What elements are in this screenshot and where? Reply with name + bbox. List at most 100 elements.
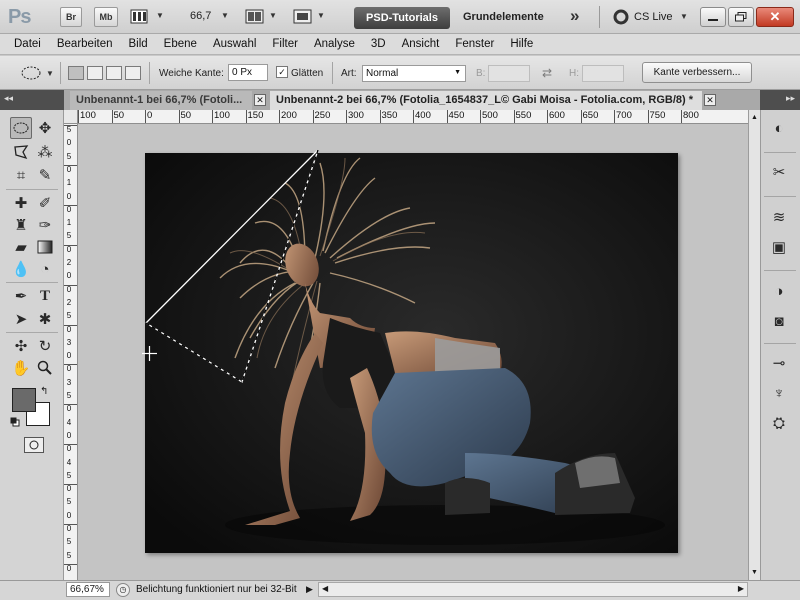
arrange-dropdown-icon[interactable]: ▼ bbox=[269, 11, 277, 20]
clone-stamp-tool-icon[interactable]: ♜ bbox=[10, 214, 32, 236]
screen-mode-dropdown-icon[interactable]: ▼ bbox=[317, 11, 325, 20]
tool-presets-icon[interactable]: ✂ bbox=[766, 161, 792, 183]
expand-panels-icon[interactable]: ▸▸ bbox=[786, 93, 795, 104]
scroll-right-icon[interactable]: ▶ bbox=[738, 584, 744, 593]
tab-close-icon[interactable]: ✕ bbox=[254, 94, 266, 106]
view-extras-dropdown-icon[interactable]: ▼ bbox=[156, 11, 164, 20]
menu-filter[interactable]: Filter bbox=[264, 38, 306, 50]
tool-preset-dropdown-icon[interactable]: ▼ bbox=[46, 69, 54, 78]
cs-live-label[interactable]: CS Live bbox=[634, 11, 673, 23]
eraser-tool-icon[interactable]: ▰ bbox=[10, 236, 32, 258]
menu-datei[interactable]: Datei bbox=[6, 38, 49, 50]
path-selection-tool-icon[interactable]: ➤ bbox=[10, 308, 32, 330]
healing-brush-tool-icon[interactable]: ✚ bbox=[10, 192, 32, 214]
add-to-selection-icon[interactable] bbox=[87, 66, 103, 80]
zoom-tool-icon[interactable] bbox=[34, 357, 56, 379]
ruler-origin[interactable] bbox=[64, 110, 78, 124]
minimize-icon[interactable] bbox=[700, 7, 726, 27]
type-tool-icon[interactable]: T bbox=[34, 285, 56, 307]
refine-edge-button[interactable]: Kante verbessern... bbox=[642, 62, 752, 83]
new-selection-icon[interactable] bbox=[68, 66, 84, 80]
tab-close-icon[interactable]: ✕ bbox=[704, 94, 716, 106]
eyedropper-tool-icon[interactable]: ✎ bbox=[34, 164, 56, 186]
tab-unbenannt-2[interactable]: Unbenannt-2 bei 66,7% (Fotolia_1654837_L… bbox=[270, 91, 702, 110]
scroll-up-icon[interactable]: ▲ bbox=[751, 114, 758, 121]
menu-ebene[interactable]: Ebene bbox=[156, 38, 205, 50]
brush-tool-icon[interactable]: ✐ bbox=[34, 192, 56, 214]
blur-tool-icon[interactable]: 💧 bbox=[10, 258, 32, 280]
cs-live-icon[interactable] bbox=[613, 9, 629, 25]
workspace-grundelemente-button[interactable]: Grundelemente bbox=[463, 11, 544, 23]
panel-dock-header[interactable]: ▸▸ bbox=[760, 90, 800, 110]
style-select-value: Normal bbox=[366, 68, 399, 79]
horizontal-scrollbar[interactable]: ◀ ▶ bbox=[318, 582, 748, 597]
width-input[interactable] bbox=[488, 65, 530, 82]
menu-bild[interactable]: Bild bbox=[120, 38, 155, 50]
pen-tool-icon[interactable]: ✒ bbox=[10, 285, 32, 307]
ruler-label: 5 bbox=[66, 497, 72, 507]
swap-colors-icon[interactable]: ↰ bbox=[40, 386, 48, 397]
style-select[interactable]: Normal ▼ bbox=[362, 65, 466, 82]
3d-rotate-tool-icon[interactable]: ✣ bbox=[10, 335, 32, 357]
subtract-from-selection-icon[interactable] bbox=[106, 66, 122, 80]
ruler-tick bbox=[64, 563, 77, 565]
more-workspaces-icon[interactable]: » bbox=[570, 6, 579, 26]
arrange-documents-icon[interactable] bbox=[245, 9, 265, 25]
restore-icon[interactable] bbox=[728, 7, 754, 27]
zoom-input[interactable]: 66,67% bbox=[66, 582, 110, 597]
swap-dimensions-icon[interactable]: ⇄ bbox=[542, 66, 552, 80]
screen-mode-icon[interactable] bbox=[293, 9, 313, 25]
bridge-button[interactable]: Br bbox=[60, 7, 82, 27]
menu-auswahl[interactable]: Auswahl bbox=[205, 38, 264, 50]
zoom-level-value[interactable]: 66,7 bbox=[190, 10, 211, 22]
tool-preset-ellipse-icon[interactable] bbox=[20, 65, 42, 81]
antialias-checkbox[interactable]: ✓ bbox=[276, 66, 288, 78]
vertical-scrollbar[interactable]: ▲ ▼ bbox=[748, 110, 760, 580]
brush-panel-icon[interactable]: ⊸ bbox=[766, 352, 792, 374]
info-icon[interactable]: ◷ bbox=[116, 583, 130, 597]
close-icon[interactable]: ✕ bbox=[756, 7, 794, 27]
ruler-label: 5 bbox=[66, 537, 72, 547]
menu-hilfe[interactable]: Hilfe bbox=[502, 38, 541, 50]
tab-unbenannt-1[interactable]: Unbenannt-1 bei 66,7% (Fotoli... bbox=[70, 91, 252, 110]
feather-input[interactable]: 0 Px bbox=[228, 64, 268, 81]
3d-orbit-tool-icon[interactable]: ↻ bbox=[34, 335, 56, 357]
menu-3d[interactable]: 3D bbox=[363, 38, 394, 50]
quick-mask-icon[interactable] bbox=[24, 437, 44, 453]
crop-tool-icon[interactable]: ⌗ bbox=[10, 164, 32, 186]
scroll-left-icon[interactable]: ◀ bbox=[322, 584, 328, 593]
menu-ansicht[interactable]: Ansicht bbox=[394, 38, 448, 50]
default-colors-icon[interactable] bbox=[10, 417, 20, 427]
move-tool-icon[interactable]: ✥ bbox=[34, 117, 56, 139]
gradient-tool-icon[interactable] bbox=[34, 236, 56, 258]
history-brush-tool-icon[interactable]: ✑ bbox=[34, 214, 56, 236]
intersect-selection-icon[interactable] bbox=[125, 66, 141, 80]
layers-panel-icon[interactable]: ≋ bbox=[766, 206, 792, 228]
view-extras-icon[interactable] bbox=[130, 9, 152, 25]
collapse-icon[interactable]: ◂◂ bbox=[4, 93, 13, 104]
masks-panel-icon[interactable]: ◙ bbox=[766, 310, 792, 332]
custom-shape-tool-icon[interactable]: ✱ bbox=[34, 308, 56, 330]
channels-panel-icon[interactable]: ▣ bbox=[766, 236, 792, 258]
foreground-color-swatch[interactable] bbox=[12, 388, 36, 412]
adjustments-panel-icon[interactable]: ◑ bbox=[766, 280, 792, 302]
mini-bridge-button[interactable]: Mb bbox=[94, 7, 118, 27]
height-input[interactable] bbox=[582, 65, 624, 82]
dodge-tool-icon[interactable]: ◔ bbox=[34, 258, 56, 280]
tools-panel-header[interactable]: ◂◂ bbox=[0, 90, 64, 110]
3d-panel-icon[interactable]: ◐ bbox=[766, 117, 792, 139]
stamp-panel-icon[interactable]: ⛭ bbox=[766, 412, 792, 434]
menu-analyse[interactable]: Analyse bbox=[306, 38, 363, 50]
polygonal-lasso-tool-icon[interactable] bbox=[10, 141, 32, 163]
scroll-down-icon[interactable]: ▼ bbox=[751, 569, 758, 576]
hand-tool-icon[interactable]: ✋ bbox=[10, 357, 32, 379]
menu-bearbeiten[interactable]: Bearbeiten bbox=[49, 38, 121, 50]
magic-wand-tool-icon[interactable]: ⁂ bbox=[34, 141, 56, 163]
status-menu-arrow-icon[interactable]: ▶ bbox=[306, 584, 313, 595]
zoom-dropdown-icon[interactable]: ▼ bbox=[221, 11, 229, 20]
workspace-psd-tutorials-button[interactable]: PSD-Tutorials bbox=[354, 7, 450, 29]
cs-live-dropdown-icon[interactable]: ▼ bbox=[680, 12, 688, 21]
clone-source-icon[interactable]: ♆ bbox=[766, 382, 792, 404]
elliptical-marquee-tool-icon[interactable] bbox=[10, 117, 32, 139]
menu-fenster[interactable]: Fenster bbox=[447, 38, 502, 50]
